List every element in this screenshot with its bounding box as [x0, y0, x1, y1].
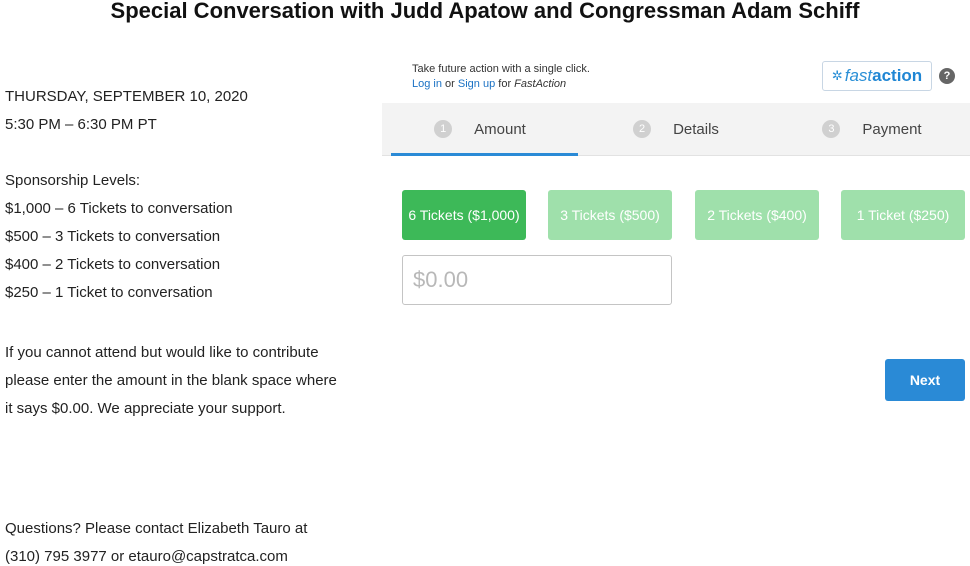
ticket-3-button[interactable]: 3 Tickets ($500)	[548, 190, 672, 240]
signup-link[interactable]: Sign up	[458, 78, 495, 90]
tab-payment[interactable]: 3 Payment	[774, 103, 970, 155]
fastaction-logo[interactable]: ✲ fast action	[822, 61, 932, 91]
page-title: Special Conversation with Judd Apatow an…	[110, 0, 860, 23]
step-tabs: 1 Amount 2 Details 3 Payment	[382, 103, 970, 156]
contact-line: (310) 795 3977 or etauro@capstratca.com	[5, 548, 288, 565]
for-text: for	[498, 78, 512, 90]
gear-icon: ✲	[831, 68, 843, 83]
or-text: or	[445, 78, 455, 90]
ticket-2-button[interactable]: 2 Tickets ($400)	[695, 190, 819, 240]
event-date: THURSDAY, SEPTEMBER 10, 2020	[5, 88, 248, 105]
amount-input[interactable]	[402, 255, 672, 305]
event-time: 5:30 PM – 6:30 PM PT	[5, 116, 157, 133]
contact-line: Questions? Please contact Elizabeth Taur…	[5, 520, 308, 537]
contribute-note-line: please enter the amount in the blank spa…	[5, 372, 337, 389]
contribute-note-line: If you cannot attend but would like to c…	[5, 344, 319, 361]
step-label: Details	[673, 120, 719, 138]
logo-action-text: action	[872, 66, 923, 85]
sponsorship-level: $250 – 1 Ticket to conversation	[5, 284, 213, 301]
sponsorship-level: $400 – 2 Tickets to conversation	[5, 256, 221, 273]
step-label: Amount	[474, 120, 526, 138]
step-number: 2	[633, 120, 652, 138]
step-number: 3	[822, 120, 841, 138]
sponsorship-level: $1,000 – 6 Tickets to conversation	[5, 200, 233, 217]
step-number: 1	[434, 120, 453, 138]
tab-details[interactable]: 2 Details	[578, 103, 774, 155]
fastaction-prompt: Take future action with a single click.	[412, 63, 590, 75]
step-label: Payment	[862, 120, 922, 138]
sponsorship-level: $500 – 3 Tickets to conversation	[5, 228, 221, 245]
fastaction-bar: Take future action with a single click. …	[412, 62, 590, 92]
logo-fast-text: fast	[844, 66, 873, 85]
ticket-6-button[interactable]: 6 Tickets ($1,000)	[402, 190, 526, 240]
contribute-note-line: it says $0.00. We appreciate your suppor…	[5, 400, 286, 417]
help-icon[interactable]: ?	[939, 68, 955, 84]
login-link[interactable]: Log in	[412, 78, 442, 90]
fastaction-brand: FastAction	[514, 78, 567, 90]
ticket-1-button[interactable]: 1 Ticket ($250)	[841, 190, 965, 240]
sponsorship-heading: Sponsorship Levels:	[5, 172, 141, 189]
tab-amount[interactable]: 1 Amount	[382, 103, 578, 156]
next-button[interactable]: Next	[885, 359, 965, 401]
